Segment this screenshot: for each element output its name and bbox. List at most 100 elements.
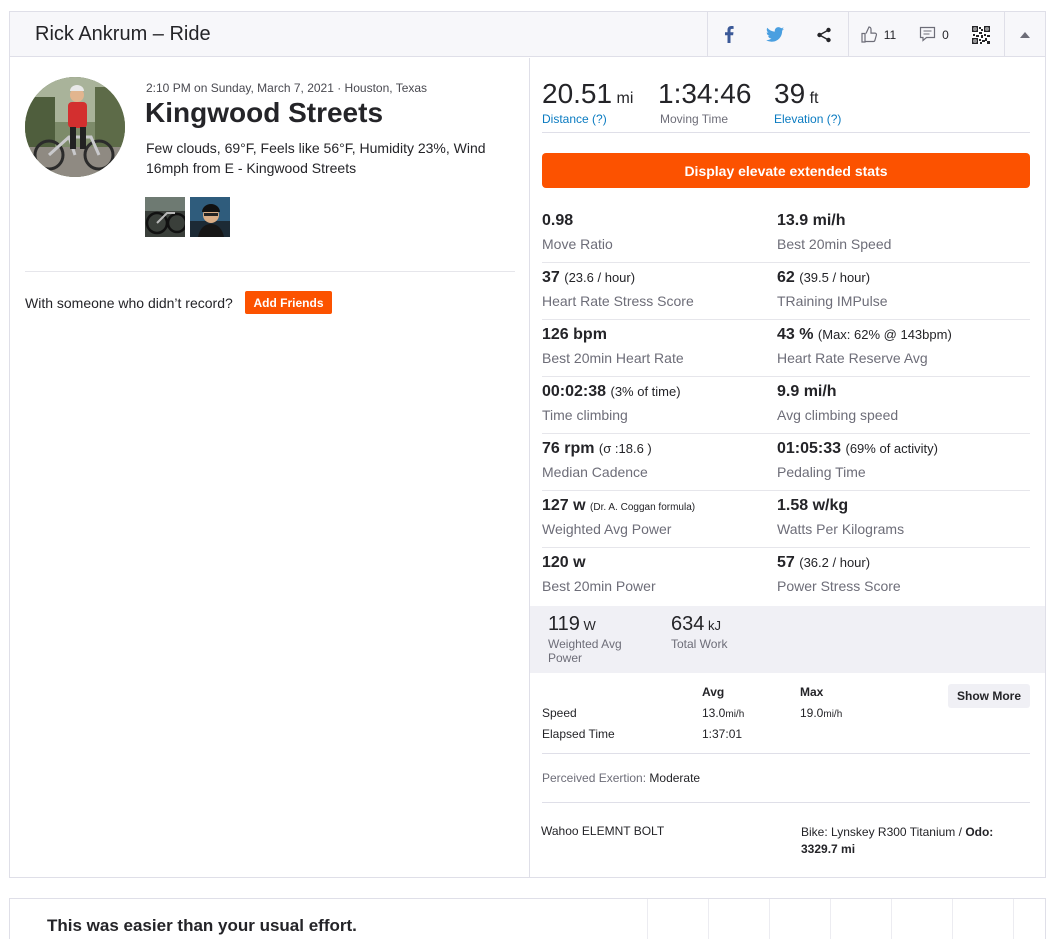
moving-time-value: 1:34:46 [658, 78, 752, 109]
stat-cell: 37 (23.6 / hour) Heart Rate Stress Score [542, 269, 694, 309]
bike-info: Bike: Lynskey R300 Titanium / Odo: 3329.… [801, 824, 1021, 858]
stat-value: 13.9 mi/h [777, 212, 846, 229]
stat-cell: 126 bpm Best 20min Heart Rate [542, 326, 684, 366]
thumbs-up-icon [861, 26, 878, 43]
stat-cell: 43 % (Max: 62% @ 143bpm) Heart Rate Rese… [777, 326, 952, 366]
stat-cell: 9.9 mi/h Avg climbing speed [777, 383, 898, 423]
table-row-label: Elapsed Time [542, 727, 615, 741]
stat-value: 43 % [777, 326, 814, 343]
stat-value: 127 w [542, 497, 586, 514]
kudos-count: 11 [883, 27, 897, 42]
elevation-unit: ft [809, 90, 819, 107]
power-summary: 119 W Weighted Avg Power 634 kJ Total Wo… [530, 606, 1045, 673]
stat-value: 9.9 mi/h [777, 383, 837, 400]
speed-max-unit: mi/h [823, 709, 843, 720]
stat-value: 126 bpm [542, 326, 607, 343]
moving-time-stat: 1:34:46 Moving Time [658, 78, 751, 126]
weighted-avg-power-value: 119 [548, 613, 580, 635]
activity-description: Few clouds, 69°F, Feels like 56°F, Humid… [146, 140, 486, 176]
perceived-exertion-value: Moderate [649, 771, 701, 785]
comments-count: 0 [942, 27, 949, 42]
bike-label: Bike: Lynskey R300 Titanium / [801, 825, 962, 839]
show-more-button[interactable]: Show More [948, 684, 1030, 708]
stat-cell: 120 w Best 20min Power [542, 554, 656, 594]
activity-title: Kingwood Streets [145, 97, 384, 128]
collapse-caret-icon [1020, 31, 1030, 38]
stat-cell: 00:02:38 (3% of time) Time climbing [542, 383, 681, 423]
distance-label[interactable]: Distance (?) [542, 112, 633, 126]
comment-icon [919, 26, 936, 43]
stat-label: Heart Rate Reserve Avg [777, 350, 928, 366]
activity-card: Rick Ankrum – Ride 11 0 2:10 PM on Sunda… [9, 11, 1046, 878]
stat-label: Avg climbing speed [777, 407, 899, 423]
elevation-label[interactable]: Elevation (?) [774, 112, 841, 126]
comments-button[interactable]: 0 [908, 12, 960, 57]
facebook-share-button[interactable] [707, 12, 750, 57]
stat-cell: 1.58 w/kg Watts Per Kilograms [777, 497, 904, 537]
divider [542, 753, 1030, 754]
twitter-share-button[interactable] [750, 12, 800, 57]
stats-row: 00:02:38 (3% of time) Time climbing 9.9 … [542, 377, 1030, 434]
stat-label: Best 20min Power [542, 578, 656, 594]
share-icon [816, 27, 832, 43]
stat-value: 00:02:38 [542, 383, 607, 400]
twitter-icon [766, 27, 784, 42]
total-work-unit: kJ [708, 618, 721, 633]
page-title: Rick Ankrum – Ride [35, 23, 211, 45]
stat-extra: (σ :18.6 ) [598, 441, 652, 456]
stat-label: Watts Per Kilograms [777, 521, 905, 537]
stat-cell: 76 rpm (σ :18.6 ) Median Cadence [542, 440, 652, 480]
speed-avg-unit: mi/h [725, 709, 745, 720]
kudos-button[interactable]: 11 [848, 12, 908, 57]
weighted-avg-power-unit: W [583, 618, 596, 633]
photo-thumbnail[interactable] [190, 197, 230, 237]
stat-value: 0.98 [542, 212, 574, 229]
collapse-button[interactable] [1004, 12, 1045, 57]
distance-stat: 20.51 mi Distance (?) [542, 78, 633, 126]
stat-label: Time climbing [542, 407, 628, 423]
chart-gridline [708, 899, 709, 939]
stat-value: 76 rpm [542, 440, 595, 457]
stats-row: 127 w (Dr. A. Coggan formula) Weighted A… [542, 491, 1030, 548]
divider [25, 271, 515, 272]
stat-extra: (3% of time) [610, 384, 681, 399]
chart-gridline [952, 899, 953, 939]
activity-meta: 2:10 PM on Sunday, March 7, 2021 · Houst… [146, 81, 428, 95]
total-work-label: Total Work [671, 637, 728, 651]
stat-label: Heart Rate Stress Score [542, 293, 694, 309]
stat-value: 37 [542, 269, 560, 286]
stats-row: 120 w Best 20min Power 57 (36.2 / hour) … [542, 548, 1030, 605]
elapsed-time-value: 1:37:01 [702, 727, 743, 741]
photo-thumbnail[interactable] [145, 197, 185, 237]
divider [542, 802, 1030, 803]
stat-label: Power Stress Score [777, 578, 901, 594]
moving-time-label: Moving Time [660, 112, 729, 126]
chart-gridline [769, 899, 770, 939]
athlete-avatar[interactable] [25, 77, 125, 177]
stat-value: 62 [777, 269, 795, 286]
device-name: Wahoo ELEMNT BOLT [541, 824, 665, 838]
stat-extra: (Dr. A. Coggan formula) [590, 502, 696, 513]
elevate-extended-stats-button[interactable]: Display elevate extended stats [542, 153, 1030, 188]
stats-row: 126 bpm Best 20min Heart Rate 43 % (Max:… [542, 320, 1030, 377]
perceived-exertion-label: Perceived Exertion: [542, 771, 647, 785]
table-cell: 1:37:01 [702, 727, 742, 741]
share-button[interactable] [800, 12, 848, 57]
stat-label: Best 20min Speed [777, 236, 892, 252]
stat-extra: (69% of activity) [845, 441, 938, 456]
avg-column-header: Avg [702, 685, 725, 699]
add-friends-button[interactable]: Add Friends [245, 291, 332, 314]
stat-value: 57 [777, 554, 795, 571]
distance-unit: mi [616, 90, 634, 107]
distance-value: 20.51 [542, 78, 613, 109]
weighted-avg-power-stat: 119 W Weighted Avg Power [548, 613, 638, 665]
with-someone-text: With someone who didn’t record? [25, 295, 233, 311]
qr-code-button[interactable] [960, 12, 1002, 57]
total-work-value: 634 [671, 613, 705, 635]
stat-label: Median Cadence [542, 464, 648, 480]
stat-cell: 62 (39.5 / hour) TRaining IMPulse [777, 269, 888, 309]
chart-gridline [830, 899, 831, 939]
perceived-exertion: Perceived Exertion: Moderate [542, 771, 700, 785]
stats-row: 0.98 Move Ratio 13.9 mi/h Best 20min Spe… [542, 206, 1030, 263]
stat-extra: (39.5 / hour) [799, 270, 871, 285]
